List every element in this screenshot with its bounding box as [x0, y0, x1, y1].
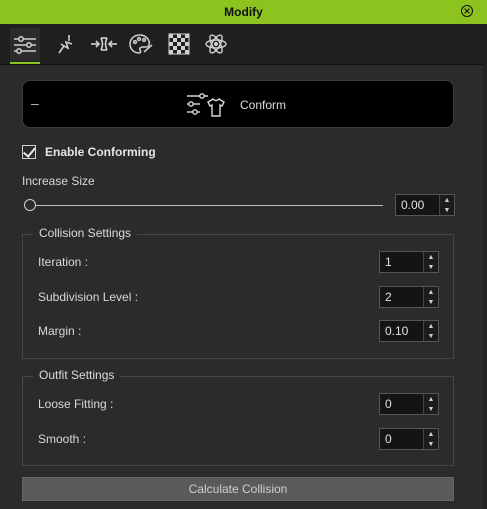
tab-motion[interactable]: [51, 28, 81, 60]
iteration-value[interactable]: 1: [380, 255, 423, 269]
spin-arrows: ▲ ▼: [423, 321, 438, 341]
enable-conforming-label: Enable Conforming: [45, 145, 156, 159]
spin-arrows: ▲ ▼: [423, 394, 438, 414]
checker-icon: [168, 33, 190, 55]
increase-size-slider-track[interactable]: [30, 205, 383, 206]
close-icon[interactable]: ⨯: [461, 5, 473, 17]
conform-label: Conform: [240, 98, 287, 112]
enable-conforming-row[interactable]: Enable Conforming: [22, 145, 156, 159]
margin-value[interactable]: 0.10: [380, 324, 423, 338]
calculate-collision-button[interactable]: Calculate Collision: [22, 477, 454, 501]
increase-size-label: Increase Size: [22, 174, 95, 188]
spin-arrows: ▲ ▼: [439, 195, 454, 215]
spin-down-arrow[interactable]: ▼: [424, 439, 438, 449]
spin-down-arrow[interactable]: ▼: [424, 297, 438, 307]
sliders-icon: [14, 36, 36, 54]
spin-arrows: ▲ ▼: [423, 287, 438, 307]
spin-up-arrow[interactable]: ▲: [424, 429, 438, 439]
smooth-value[interactable]: 0: [380, 432, 423, 446]
smooth-spinbox[interactable]: 0 ▲ ▼: [379, 428, 439, 450]
conform-section-header[interactable]: – Conform: [22, 80, 454, 128]
spin-up-arrow[interactable]: ▲: [424, 252, 438, 262]
tab-texture[interactable]: [164, 28, 194, 60]
panel-scrollbar[interactable]: [483, 64, 487, 509]
margin-spinbox[interactable]: 0.10 ▲ ▼: [379, 320, 439, 342]
enable-conforming-checkbox[interactable]: [22, 145, 36, 159]
spin-down-arrow[interactable]: ▼: [424, 262, 438, 272]
tab-modify[interactable]: [10, 28, 40, 64]
spin-down-arrow[interactable]: ▼: [424, 404, 438, 414]
spin-up-arrow[interactable]: ▲: [440, 195, 454, 205]
smooth-label: Smooth :: [38, 432, 87, 446]
spin-down-arrow[interactable]: ▼: [440, 205, 454, 215]
increase-size-slider-handle[interactable]: [24, 199, 36, 211]
loose-fitting-spinbox[interactable]: 0 ▲ ▼: [379, 393, 439, 415]
increase-size-spinbox[interactable]: 0.00 ▲ ▼: [395, 194, 455, 216]
outfit-settings-group: Outfit Settings: [22, 368, 454, 466]
collapse-icon[interactable]: –: [31, 95, 39, 111]
window-title: Modify: [224, 5, 263, 19]
loose-fitting-label: Loose Fitting :: [38, 397, 114, 411]
iteration-spinbox[interactable]: 1 ▲ ▼: [379, 251, 439, 273]
atom-icon: [205, 34, 227, 54]
spin-arrows: ▲ ▼: [423, 429, 438, 449]
tab-physics[interactable]: [201, 28, 231, 60]
increase-size-value[interactable]: 0.00: [396, 198, 439, 212]
spin-up-arrow[interactable]: ▲: [424, 394, 438, 404]
outfit-settings-title: Outfit Settings: [33, 368, 121, 382]
spin-up-arrow[interactable]: ▲: [424, 321, 438, 331]
collision-settings-title: Collision Settings: [33, 226, 138, 240]
shirt-sliders-icon: [187, 93, 225, 117]
spin-arrows: ▲ ▼: [423, 252, 438, 272]
subdivision-level-value[interactable]: 2: [380, 290, 423, 304]
subdivision-level-label: Subdivision Level :: [38, 290, 139, 304]
spin-up-arrow[interactable]: ▲: [424, 287, 438, 297]
window-titlebar: Modify ⨯: [0, 0, 487, 24]
margin-label: Margin :: [38, 324, 82, 338]
loose-fitting-value[interactable]: 0: [380, 397, 423, 411]
running-figure-icon: [58, 35, 73, 54]
palette-icon: [129, 34, 153, 54]
tab-compress[interactable]: [89, 28, 119, 60]
subdivision-level-spinbox[interactable]: 2 ▲ ▼: [379, 286, 439, 308]
compress-arrows-icon: [91, 37, 117, 51]
iteration-label: Iteration :: [38, 255, 89, 269]
tab-material[interactable]: [126, 28, 156, 60]
tab-bar: [0, 24, 487, 65]
spin-down-arrow[interactable]: ▼: [424, 331, 438, 341]
